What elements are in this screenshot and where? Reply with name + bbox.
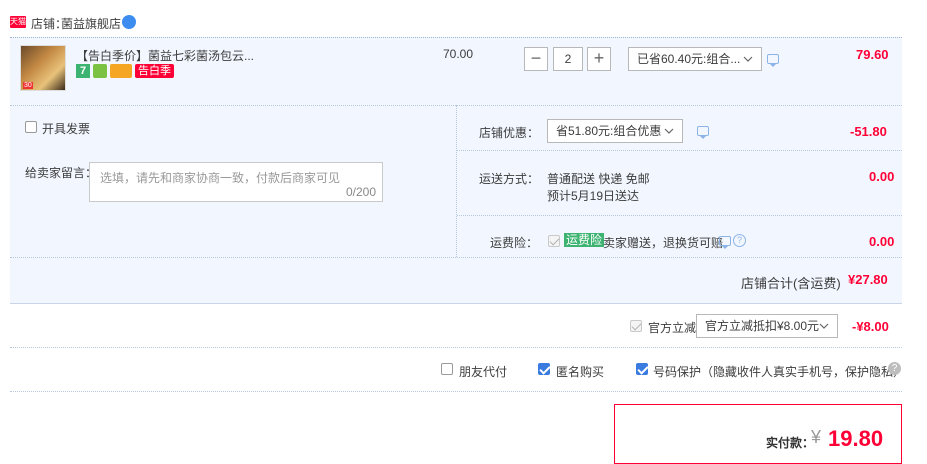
friend-pay-checkbox[interactable] [441,363,453,375]
divider [10,391,902,392]
unit-price: 70.00 [443,47,474,61]
insurance-tag: 运费险 [564,233,605,247]
payment-label: 实付款： [766,436,815,450]
shop-total-amount: ¥27.80 [848,272,888,287]
quantity-stepper[interactable]: − 2 + [524,47,612,71]
friend-pay-label: 朋友代付 [459,365,508,379]
shop-name[interactable]: 菌益旗舰店 [61,15,121,32]
message-counter: 0/200 [345,185,376,199]
insurance-label: 运费险： [490,236,539,250]
official-discount-value: 官方立减抵扣¥8.00元 [705,319,820,333]
number-protect-label: 号码保护（隐藏收件人真实手机号，保护隐私） [653,365,906,379]
official-discount-label: 官方立减 [648,321,697,335]
wangwang-icon[interactable] [122,15,136,29]
item-subtotal: 79.60 [856,47,889,62]
insurance-amount: 0.00 [869,234,895,249]
payment-amount: 19.80 [828,426,884,451]
card-payment-icon [110,64,132,78]
message-label: 给卖家留言： [25,166,98,180]
anonymous-label: 匿名购买 [556,365,605,379]
seven-day-return-icon: 7 [76,64,90,78]
increase-button[interactable]: + [587,47,611,71]
shop-discount-select[interactable]: 省51.80元:组合优惠 [547,119,683,143]
divider [10,257,902,258]
shop-discount-value: 省51.80元:组合优惠 [556,124,662,138]
official-discount-amount: -¥8.00 [852,319,889,334]
shipping-eta: 预计5月19日送达 [547,189,640,203]
help-icon[interactable]: ? [733,234,746,247]
payment-currency: ¥ [811,427,822,447]
shipping-label: 运送方式： [479,172,540,186]
divider [457,150,902,151]
shop-total-label: 店铺合计(含运费) [741,276,841,291]
insurance-desc: 卖家赠送，退换货可赔 [603,236,724,250]
divider [10,347,902,348]
shop-discount-label: 店铺优惠： [479,126,540,140]
message-textarea[interactable]: 选填，请先和商家协商一致，付款后商家可见 0/200 [89,162,383,202]
quantity-input[interactable]: 2 [553,47,583,71]
shop-discount-amount: -51.80 [850,124,887,139]
insurance-checkbox [548,235,560,247]
guarantee-icon [93,64,107,78]
promo-tag: 告白季 [135,64,174,78]
divider [457,215,902,216]
invoice-label: 开具发票 [42,122,91,136]
divider [10,303,902,304]
item-discount-select[interactable]: 已省60.40元:组合... [628,47,762,71]
chat-icon[interactable] [767,54,779,67]
chevron-down-icon [743,56,753,62]
official-discount-select[interactable]: 官方立减抵扣¥8.00元 [696,314,838,338]
shipping-amount: 0.00 [869,169,895,184]
help-icon[interactable]: ? [888,362,901,375]
payment-summary: 实付款： ¥ 19.80 [614,404,902,464]
product-title[interactable]: 【告白季价】菌益七彩菌汤包云... [76,47,254,64]
anonymous-checkbox[interactable] [538,363,550,375]
shipping-method: 普通配送 快递 免邮 [547,172,650,186]
tmall-badge: 天猫 [10,16,26,28]
number-protect-checkbox[interactable] [636,363,648,375]
invoice-checkbox[interactable] [25,121,37,133]
chevron-down-icon [819,323,829,329]
item-discount-value: 已省60.40元:组合... [637,52,741,66]
decrease-button[interactable]: − [524,47,548,71]
official-discount-checkbox [630,320,642,332]
message-placeholder: 选填，请先和商家协商一致，付款后商家可见 [100,171,341,185]
chat-icon[interactable] [697,126,709,139]
chat-icon[interactable] [719,236,731,249]
column-divider [456,105,457,257]
chevron-down-icon [664,128,674,134]
product-thumbnail[interactable]: 30 [20,45,66,91]
